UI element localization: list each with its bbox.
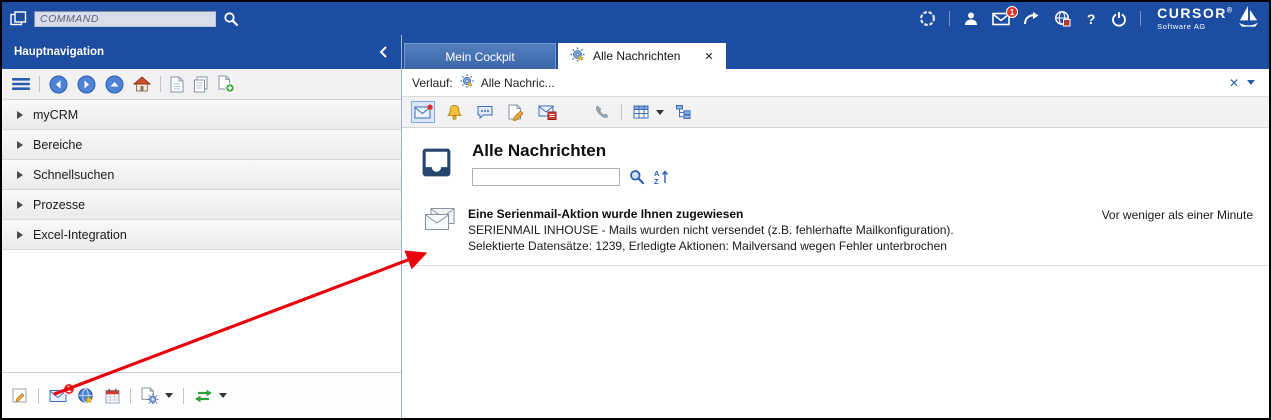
report-gear-icon[interactable] xyxy=(141,387,159,405)
main-area: Mein Cockpit Alle Nachrichten ✕ Verlauf:… xyxy=(402,35,1269,418)
sidebar-empty-area xyxy=(2,250,401,372)
sidebar-header: Hauptnavigation xyxy=(2,35,401,69)
logo-brand: CURSOR® xyxy=(1157,6,1232,20)
divider xyxy=(38,388,39,404)
redo-icon[interactable] xyxy=(1023,11,1041,26)
list-search-input[interactable] xyxy=(472,168,620,186)
sail-logo-icon xyxy=(1238,5,1259,33)
expand-arrow-icon xyxy=(17,171,23,179)
messages-icon[interactable]: 1 xyxy=(992,12,1010,26)
cursor-logo: CURSOR® Software AG xyxy=(1157,5,1259,33)
tab-alle-nachrichten[interactable]: Alle Nachrichten ✕ xyxy=(558,43,726,69)
tab-bar: Mein Cockpit Alle Nachrichten ✕ xyxy=(402,35,1269,69)
history-item[interactable]: Alle Nachric... xyxy=(481,76,555,90)
envelope-stack-icon xyxy=(424,207,456,235)
sync-dropdown-icon[interactable] xyxy=(219,393,227,398)
message-title: Eine Serienmail-Aktion wurde Ihnen zugew… xyxy=(468,207,954,221)
sidebar-item-mycrm[interactable]: myCRM xyxy=(2,100,401,130)
top-bar: 1 ? CURSOR® Software AG xyxy=(2,2,1269,35)
nav-forward-icon[interactable] xyxy=(77,75,96,94)
message-list-item[interactable]: Eine Serienmail-Aktion wurde Ihnen zugew… xyxy=(402,203,1269,266)
history-bar: Verlauf: Alle Nachric... ✕ xyxy=(402,69,1269,97)
message-line: SERIENMAIL INHOUSE - Mails wurden nicht … xyxy=(468,223,954,239)
nachrichten-gear-icon xyxy=(460,74,474,91)
search-icon[interactable] xyxy=(223,11,239,27)
divider xyxy=(949,11,950,26)
divider xyxy=(160,76,161,92)
globe-icon[interactable] xyxy=(1054,10,1071,27)
divider xyxy=(1140,11,1141,26)
sidebar-item-bereiche[interactable]: Bereiche xyxy=(2,130,401,160)
sidebar-title: Hauptnavigation xyxy=(14,46,104,58)
globe-star-icon[interactable] xyxy=(77,387,95,405)
sidebar: Hauptnavigation xyxy=(2,35,402,418)
nachrichten-gear-icon xyxy=(570,47,585,65)
report-dropdown-icon[interactable] xyxy=(165,393,173,398)
history-label: Verlauf: xyxy=(412,76,453,90)
close-history-icon[interactable]: ✕ xyxy=(1229,76,1239,90)
expand-arrow-icon xyxy=(17,141,23,149)
windows-icon[interactable] xyxy=(10,11,27,26)
copy-document-icon[interactable] xyxy=(193,76,209,93)
sync-icon[interactable] xyxy=(194,389,213,403)
edit-note-icon[interactable] xyxy=(12,388,28,404)
spinner-icon xyxy=(919,10,936,27)
navigation-accordion: myCRM Bereiche Schnellsuchen Prozesse Ex… xyxy=(2,100,401,250)
search-list-icon[interactable] xyxy=(629,169,645,185)
divider xyxy=(621,104,622,120)
message-line: Selektierte Datensätze: 1239, Erledigte … xyxy=(468,239,954,255)
svg-text:Z: Z xyxy=(654,177,659,185)
app-window: 1 ? CURSOR® Software AG xyxy=(0,0,1271,420)
inbox-icon xyxy=(418,144,455,184)
tab-mein-cockpit[interactable]: Mein Cockpit xyxy=(404,43,556,69)
phone-icon[interactable] xyxy=(590,101,614,123)
sort-icon[interactable]: AZ xyxy=(654,169,669,185)
command-input[interactable] xyxy=(34,11,216,27)
help-icon[interactable]: ? xyxy=(1084,11,1098,27)
mail-icon[interactable]: 1 xyxy=(49,389,67,403)
sidebar-item-excel-integration[interactable]: Excel-Integration xyxy=(2,220,401,250)
table-view-icon[interactable] xyxy=(629,101,653,123)
edit-document-icon[interactable] xyxy=(504,101,528,123)
document-icon[interactable] xyxy=(170,76,184,93)
new-document-icon[interactable] xyxy=(218,75,235,93)
mail-schedule-icon[interactable] xyxy=(535,101,559,123)
sidebar-bottom-toolbar: 1 xyxy=(2,372,401,418)
expand-arrow-icon xyxy=(17,111,23,119)
history-dropdown-icon[interactable] xyxy=(1247,80,1255,85)
user-icon[interactable] xyxy=(963,11,979,27)
sidebar-item-prozesse[interactable]: Prozesse xyxy=(2,190,401,220)
expand-arrow-icon xyxy=(17,231,23,239)
messages-tool-icon[interactable] xyxy=(411,101,435,123)
divider xyxy=(130,388,131,404)
sidebar-toolbar xyxy=(2,69,401,100)
expand-arrow-icon xyxy=(17,201,23,209)
logo-subtitle: Software AG xyxy=(1157,22,1232,31)
content-area: Alle Nachrichten AZ xyxy=(402,128,1269,418)
message-timestamp: Vor weniger als einer Minute xyxy=(1102,207,1253,222)
power-icon[interactable] xyxy=(1111,11,1127,27)
mail-badge: 1 xyxy=(63,383,75,395)
topbar-actions: 1 ? CURSOR® Software AG xyxy=(919,5,1259,33)
chat-icon[interactable] xyxy=(473,101,497,123)
sidebar-item-schnellsuchen[interactable]: Schnellsuchen xyxy=(2,160,401,190)
collapse-sidebar-icon[interactable] xyxy=(377,44,389,60)
divider xyxy=(183,388,184,404)
table-view-dropdown-icon[interactable] xyxy=(656,110,664,115)
nav-up-icon[interactable] xyxy=(105,75,124,94)
divider xyxy=(39,76,40,92)
list-header: Alle Nachrichten AZ xyxy=(402,128,1269,186)
alerts-bell-icon[interactable] xyxy=(442,101,466,123)
page-title: Alle Nachrichten xyxy=(472,141,669,161)
close-tab-icon[interactable]: ✕ xyxy=(704,50,713,63)
menu-icon[interactable] xyxy=(12,77,30,91)
home-icon[interactable] xyxy=(133,76,151,92)
hierarchy-view-icon[interactable] xyxy=(671,101,695,123)
calendar-icon[interactable] xyxy=(105,388,120,404)
main-toolbar xyxy=(402,97,1269,128)
nav-back-icon[interactable] xyxy=(49,75,68,94)
messages-badge: 1 xyxy=(1006,6,1018,18)
